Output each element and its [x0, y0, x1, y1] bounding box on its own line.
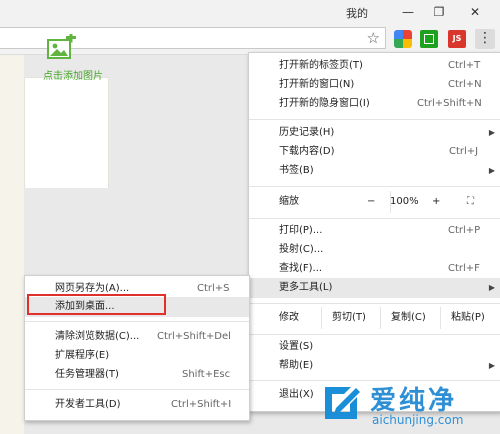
left-strip: [0, 55, 24, 434]
title-bar: 我的 — ❐ ✕: [0, 0, 500, 24]
add-image-icon: [47, 34, 76, 59]
main-menu: 打开新的标签页(T) Ctrl+T 打开新的窗口(N) Ctrl+N 打开新的隐…: [248, 52, 500, 412]
print-label: 打印(P)...: [279, 225, 323, 236]
submenu-item-devtools[interactable]: 开发者工具(D) Ctrl+Shift+I: [25, 395, 249, 415]
submenu-arrow-icon: ▶: [488, 283, 495, 292]
restore-button[interactable]: ❐: [429, 3, 449, 21]
main-menu-button[interactable]: ⋮: [475, 29, 495, 49]
menu-item-new-window[interactable]: 打开新的窗口(N) Ctrl+N: [249, 75, 500, 95]
menu-separator: [249, 218, 500, 219]
menu-item-bookmarks[interactable]: 书签(B) ▶: [249, 161, 500, 181]
menu-separator: [249, 303, 500, 304]
help-label: 帮助(E): [279, 360, 314, 371]
find-shortcut: Ctrl+F: [448, 263, 480, 274]
menu-item-settings[interactable]: 设置(S): [249, 337, 500, 357]
clear-data-label: 清除浏览数据(C)...: [55, 331, 140, 342]
menu-separator: [25, 389, 249, 390]
zoom-value: 100%: [390, 196, 419, 207]
extension-green-icon[interactable]: [420, 30, 438, 48]
submenu-arrow-icon: ▶: [488, 361, 495, 370]
exit-label: 退出(X): [279, 389, 314, 400]
minimize-button[interactable]: —: [398, 3, 418, 21]
save-as-shortcut: Ctrl+S: [197, 283, 230, 294]
more-tools-label: 更多工具(L): [279, 282, 333, 293]
devtools-shortcut: Ctrl+Shift+I: [171, 399, 232, 410]
highlight-annotation-box: [27, 294, 166, 315]
submenu-arrow-icon: ▶: [488, 128, 495, 137]
menu-separator: [249, 119, 500, 120]
submenu-arrow-icon: ▶: [488, 166, 495, 175]
menu-item-help[interactable]: 帮助(E) ▶: [249, 356, 500, 376]
watermark: 爱纯净 aichunjing.com: [318, 378, 500, 434]
menu-item-new-tab[interactable]: 打开新的标签页(T) Ctrl+T: [249, 56, 500, 76]
new-window-label: 打开新的窗口(N): [279, 79, 355, 90]
menu-separator: [249, 186, 500, 187]
edit-label: 修改: [279, 312, 299, 323]
extension-colorful-icon[interactable]: [394, 30, 412, 48]
cast-label: 投射(C)...: [279, 244, 324, 255]
new-window-shortcut: Ctrl+N: [448, 79, 482, 90]
extensions-label: 扩展程序(E): [55, 350, 110, 361]
fullscreen-icon[interactable]: ⛶: [467, 191, 474, 213]
history-label: 历史记录(H): [279, 127, 335, 138]
menu-item-cast[interactable]: 投射(C)...: [249, 240, 500, 260]
new-tab-label: 打开新的标签页(T): [279, 60, 363, 71]
downloads-label: 下载内容(D): [279, 146, 335, 157]
devtools-label: 开发者工具(D): [55, 399, 121, 410]
print-shortcut: Ctrl+P: [448, 225, 481, 236]
menu-separator: [25, 321, 249, 322]
task-manager-shortcut: Shift+Esc: [182, 369, 231, 380]
paste-button[interactable]: 粘贴(P): [451, 307, 485, 329]
downloads-shortcut: Ctrl+J: [449, 146, 479, 157]
cut-button[interactable]: 剪切(T): [332, 307, 366, 329]
watermark-title: 爱纯净: [370, 386, 458, 416]
add-image-label: 点击添加图片: [43, 71, 103, 82]
submenu-item-clear-data[interactable]: 清除浏览数据(C)... Ctrl+Shift+Del: [25, 327, 249, 347]
menu-item-history[interactable]: 历史记录(H) ▶: [249, 123, 500, 143]
watermark-url: aichunjing.com: [372, 413, 464, 427]
bookmark-star-icon[interactable]: ☆: [367, 29, 380, 47]
menu-separator: [249, 334, 500, 335]
menu-item-print[interactable]: 打印(P)... Ctrl+P: [249, 221, 500, 241]
submenu-item-extensions[interactable]: 扩展程序(E): [25, 346, 249, 366]
watermark-logo-icon: [325, 387, 360, 419]
menu-item-find[interactable]: 查找(F)... Ctrl+F: [249, 259, 500, 279]
add-image-button[interactable]: 点击添加图片: [33, 30, 113, 120]
bookmarks-label: 书签(B): [279, 165, 314, 176]
clear-data-shortcut: Ctrl+Shift+Del: [157, 331, 231, 342]
zoom-out-button[interactable]: −: [367, 191, 375, 213]
incognito-shortcut: Ctrl+Shift+N: [417, 98, 482, 109]
zoom-label: 缩放: [279, 196, 299, 207]
task-manager-label: 任务管理器(T): [55, 369, 119, 380]
find-label: 查找(F)...: [279, 263, 323, 274]
extension-js-icon[interactable]: JS: [448, 30, 466, 48]
menu-item-downloads[interactable]: 下载内容(D) Ctrl+J: [249, 142, 500, 162]
menu-item-edit: 修改 剪切(T) 复制(C) 粘贴(P): [249, 307, 500, 329]
new-tab-shortcut: Ctrl+T: [448, 60, 481, 71]
close-button[interactable]: ✕: [465, 3, 485, 21]
profile-button[interactable]: 我的: [346, 5, 368, 21]
menu-item-zoom: 缩放 − 100% + ⛶: [249, 191, 500, 213]
menu-item-incognito[interactable]: 打开新的隐身窗口(I) Ctrl+Shift+N: [249, 94, 500, 114]
submenu-item-task-manager[interactable]: 任务管理器(T) Shift+Esc: [25, 365, 249, 385]
settings-label: 设置(S): [279, 341, 314, 352]
incognito-label: 打开新的隐身窗口(I): [279, 98, 370, 109]
copy-button[interactable]: 复制(C): [391, 307, 426, 329]
menu-item-more-tools[interactable]: 更多工具(L) ▶: [249, 278, 500, 298]
zoom-in-button[interactable]: +: [432, 191, 440, 213]
